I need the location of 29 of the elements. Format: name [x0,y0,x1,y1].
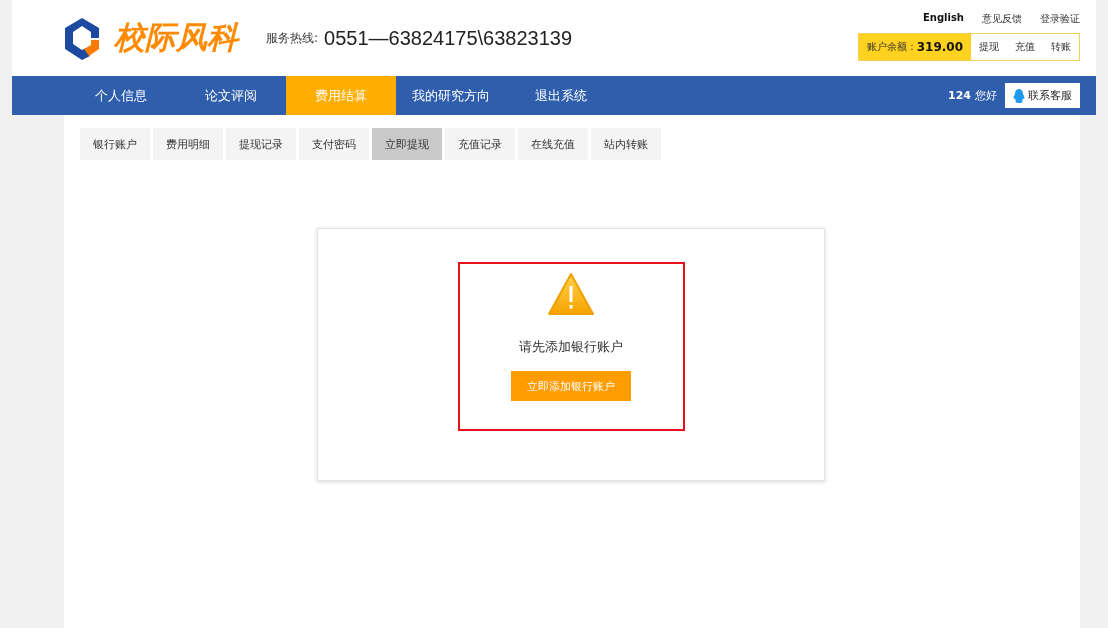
chat-icon [1013,88,1025,103]
sub-tab[interactable]: 支付密码 [299,128,369,160]
logo-text: 校际风科 [114,18,238,57]
hotline-label: 服务热线: [266,29,319,47]
header-link[interactable]: 登录验证 [1040,12,1080,26]
sub-tab[interactable]: 费用明细 [153,128,223,160]
header-link[interactable]: 意见反馈 [982,12,1022,26]
user-id: 124 [948,89,971,102]
logo-icon [62,16,102,60]
balance-action-link[interactable]: 提现 [971,40,1007,54]
nav-tab[interactable]: 我的研究方向 [396,76,506,115]
notice-message: 请先添加银行账户 [519,338,623,356]
warning-icon [547,272,595,316]
nav-tab[interactable]: 论文评阅 [176,76,286,115]
contact-button[interactable]: 联系客服 [1005,83,1080,108]
balance-action-link[interactable]: 充值 [1007,40,1043,54]
balance-label: 账户余额：319.00 [858,34,971,60]
sub-tab[interactable]: 在线充值 [518,128,588,160]
sub-tab[interactable]: 银行账户 [80,128,150,160]
sub-tab[interactable]: 提现记录 [226,128,296,160]
sub-tab[interactable]: 站内转账 [591,128,661,160]
sub-tab[interactable]: 充值记录 [445,128,515,160]
hotline-number: 0551—63824175\63823139 [324,26,573,50]
sub-tab[interactable]: 立即提现 [372,128,442,160]
greeting: 您好 [975,88,997,103]
header-link[interactable]: English [922,12,964,26]
balance-action-link[interactable]: 转账 [1043,40,1079,54]
nav-tab[interactable]: 个人信息 [66,76,176,115]
nav-tab[interactable]: 退出系统 [506,76,616,115]
